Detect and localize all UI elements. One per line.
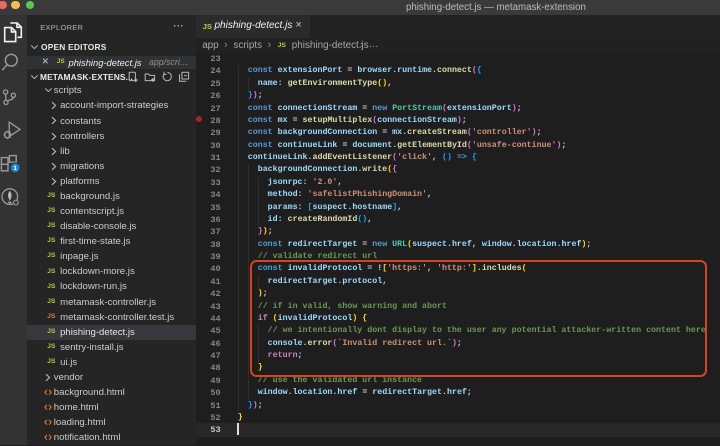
svg-text:1: 1 [13,165,17,172]
